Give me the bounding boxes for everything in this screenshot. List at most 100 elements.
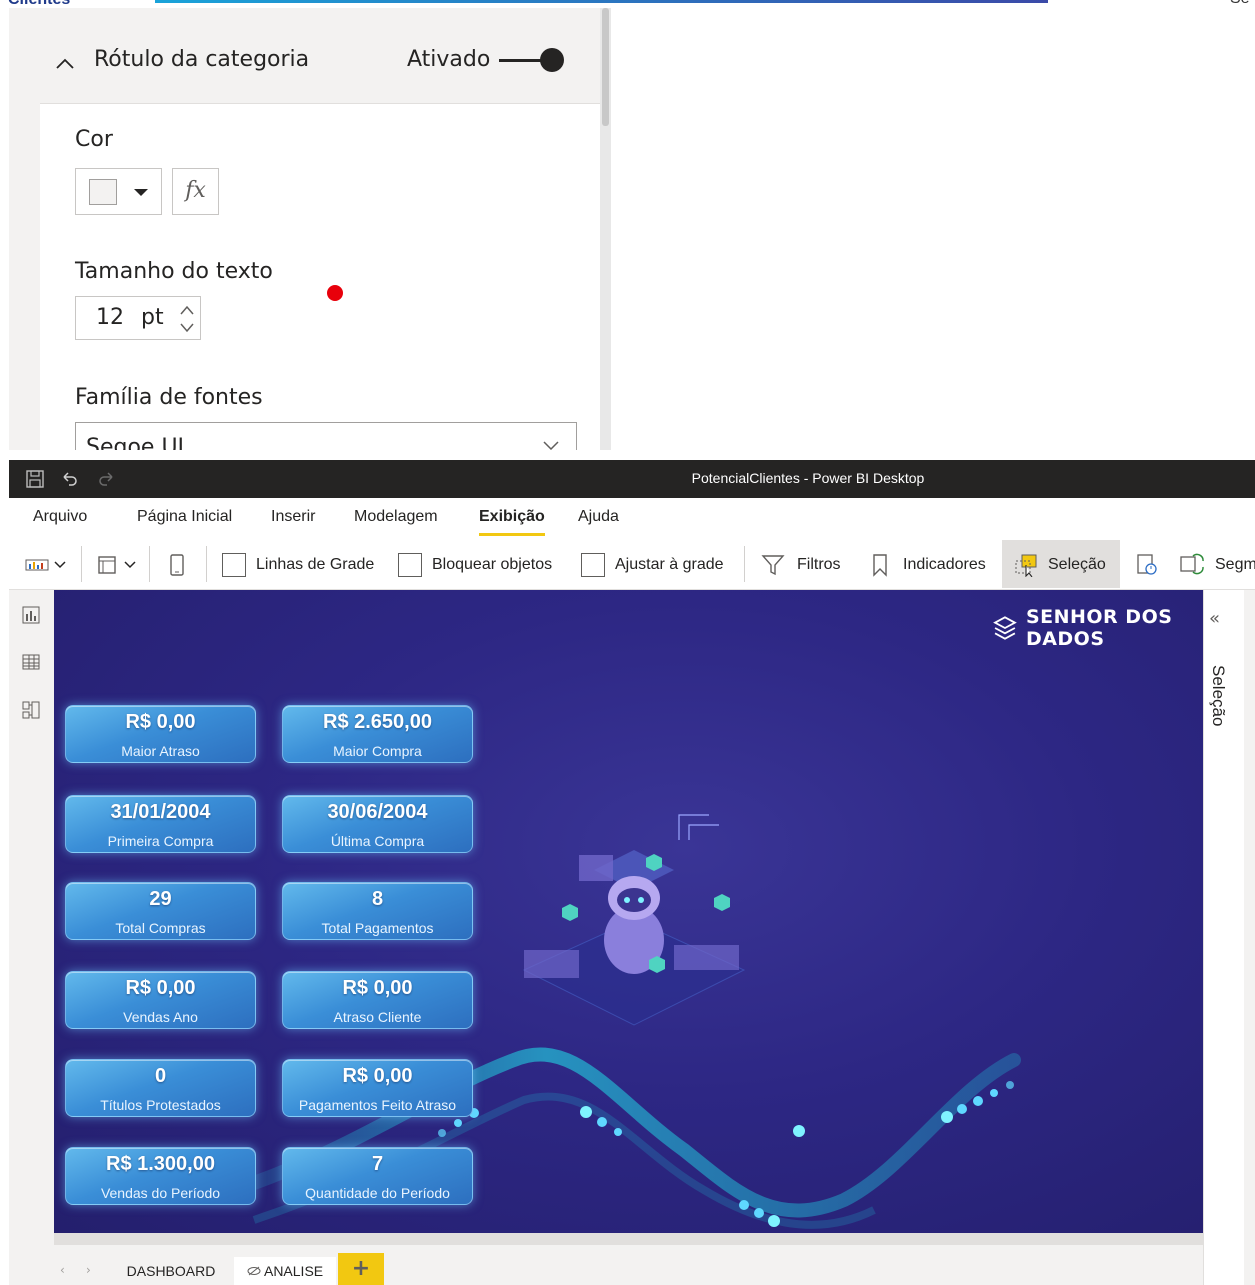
active-tab-underline	[479, 533, 545, 536]
kpi-value: 29	[149, 888, 172, 910]
chevron-up-icon[interactable]	[55, 54, 75, 74]
window-title: PotencialClientes - Power BI Desktop	[691, 470, 925, 486]
sync-slicers-button[interactable]: Segm	[1179, 552, 1255, 578]
kpi-value: 30/06/2004	[327, 801, 428, 823]
chevron-down-icon	[124, 561, 136, 569]
add-page-button[interactable]: +	[338, 1253, 384, 1285]
view-switcher-rail	[9, 590, 54, 1285]
scrollbar-thumb[interactable]	[602, 8, 609, 126]
kpi-card[interactable]: 8 Total Pagamentos	[282, 882, 473, 940]
font-family-value: Segoe UI	[86, 435, 185, 450]
kpi-card[interactable]: R$ 0,00 Maior Atraso	[65, 705, 256, 763]
checkbox-box[interactable]	[581, 553, 605, 577]
selection-pane-icon	[1015, 554, 1037, 577]
page-view-dropdown[interactable]	[95, 552, 137, 578]
model-view-icon[interactable]	[21, 700, 41, 720]
filter-icon	[761, 555, 785, 576]
menu-view[interactable]: Exibição	[479, 508, 545, 536]
bookmarks-button[interactable]: Indicadores	[871, 552, 986, 578]
gridlines-checkbox[interactable]: Linhas de Grade	[222, 552, 374, 578]
kpi-value: R$ 0,00	[125, 711, 196, 733]
kpi-card[interactable]: 0 Títulos Protestados	[65, 1059, 256, 1117]
format-pane-scrollbar[interactable]	[600, 8, 611, 450]
section-title: Rótulo da categoria	[94, 47, 310, 72]
view-ribbon: Linhas de Grade Bloquear objetos Ajustar…	[9, 538, 1255, 590]
kpi-value: R$ 2.650,00	[323, 711, 432, 733]
spin-arrows-icon[interactable]	[176, 300, 198, 338]
themes-dropdown[interactable]	[25, 552, 67, 578]
cropped-accent-bar	[155, 0, 1048, 3]
kpi-card[interactable]: 31/01/2004 Primeira Compra	[65, 795, 256, 853]
selection-pane-collapsed: « Seleção	[1203, 590, 1255, 1285]
category-label-toggle[interactable]	[497, 48, 567, 72]
snap-to-grid-label: Ajustar à grade	[615, 556, 724, 573]
kpi-card[interactable]: R$ 0,00 Vendas Ano	[65, 971, 256, 1029]
section-header[interactable]: Rótulo da categoria Ativado	[40, 22, 600, 104]
performance-analyzer-button[interactable]	[1135, 552, 1159, 578]
lock-objects-label: Bloquear objetos	[432, 556, 553, 573]
selection-pane-title[interactable]: Seleção	[1208, 665, 1228, 726]
ribbon-separator	[744, 546, 745, 582]
font-family-dropdown[interactable]: Segoe UI	[75, 422, 577, 450]
category-label-section: Rótulo da categoria Ativado Cor fx Taman…	[40, 22, 600, 450]
checkbox-box[interactable]	[398, 553, 422, 577]
menu-home[interactable]: Página Inicial	[137, 508, 232, 526]
menu-bar: Arquivo Página Inicial Inserir Modelagem…	[9, 498, 1255, 538]
data-view-icon[interactable]	[21, 652, 41, 672]
text-size-value: 12	[96, 305, 124, 330]
menu-help[interactable]: Ajuda	[578, 508, 619, 526]
kpi-label: Quantidade do Período	[305, 1185, 450, 1201]
report-view-icon[interactable]	[21, 605, 41, 625]
text-size-stepper[interactable]: 12 pt	[75, 296, 201, 340]
kpi-card[interactable]: 7 Quantidade do Período	[282, 1147, 473, 1205]
kpi-card[interactable]: R$ 0,00 Atraso Cliente	[282, 971, 473, 1029]
menu-file[interactable]: Arquivo	[33, 508, 87, 526]
kpi-card[interactable]: R$ 0,00 Pagamentos Feito Atraso	[282, 1059, 473, 1117]
snap-to-grid-checkbox[interactable]: Ajustar à grade	[581, 552, 724, 578]
menu-insert[interactable]: Inserir	[271, 508, 315, 526]
mobile-layout-button[interactable]	[167, 552, 187, 578]
kpi-value: R$ 0,00	[342, 1065, 413, 1087]
color-picker-button[interactable]	[75, 168, 162, 215]
prev-page-arrow-icon[interactable]: ‹	[60, 1263, 65, 1277]
performance-analyzer-icon	[1137, 554, 1157, 575]
toggle-state-label: Ativado	[407, 47, 491, 72]
kpi-label: Primeira Compra	[107, 833, 214, 849]
tab-analise[interactable]: ANALISE	[234, 1257, 336, 1285]
tab-dashboard[interactable]: DASHBOARD	[112, 1257, 230, 1285]
caret-down-icon	[134, 189, 148, 196]
tab-analise-label: ANALISE	[263, 1263, 324, 1279]
visualizations-pane-edge	[1244, 590, 1255, 1285]
report-canvas[interactable]: SENHOR DOS DADOS R$ 0,00 Maior Atraso R$ …	[54, 590, 1203, 1233]
menu-modeling[interactable]: Modelagem	[354, 508, 438, 526]
expand-pane-icon[interactable]: «	[1209, 608, 1220, 629]
kpi-card[interactable]: R$ 2.650,00 Maior Compra	[282, 705, 473, 763]
kpi-value: R$ 0,00	[125, 977, 196, 999]
kpi-label: Maior Compra	[333, 743, 422, 759]
kpi-card[interactable]: 30/06/2004 Última Compra	[282, 795, 473, 853]
lock-objects-checkbox[interactable]: Bloquear objetos	[398, 552, 552, 578]
horizontal-scrollbar[interactable]	[54, 1233, 1203, 1245]
font-family-label: Família de fontes	[75, 385, 263, 410]
next-page-arrow-icon[interactable]: ›	[86, 1263, 91, 1277]
selection-button[interactable]: Seleção	[1014, 552, 1106, 578]
kpi-value: R$ 0,00	[342, 977, 413, 999]
kpi-label: Última Compra	[330, 833, 425, 849]
filters-label: Filtros	[797, 556, 841, 573]
kpi-card[interactable]: 29 Total Compras	[65, 882, 256, 940]
checkbox-box[interactable]	[222, 553, 246, 577]
ribbon-separator	[206, 546, 207, 582]
sync-slicers-label: Segm	[1215, 556, 1255, 573]
kpi-card[interactable]: R$ 1.300,00 Vendas do Período	[65, 1147, 256, 1205]
filters-button[interactable]: Filtros	[761, 552, 841, 578]
bookmark-icon	[873, 554, 887, 577]
kpi-label: Atraso Cliente	[333, 1009, 422, 1025]
kpi-label: Total Compras	[115, 920, 206, 936]
text-size-label: Tamanho do texto	[75, 259, 273, 284]
conditional-format-button[interactable]: fx	[172, 168, 219, 215]
format-pane: Rótulo da categoria Ativado Cor fx Taman…	[9, 8, 611, 450]
robot-illustration	[522, 814, 746, 1026]
powerbi-window: PotencialClientes - Power BI Desktop Arq…	[9, 460, 1255, 1285]
gridlines-label: Linhas de Grade	[256, 556, 375, 573]
kpi-label: Pagamentos Feito Atraso	[298, 1097, 457, 1113]
